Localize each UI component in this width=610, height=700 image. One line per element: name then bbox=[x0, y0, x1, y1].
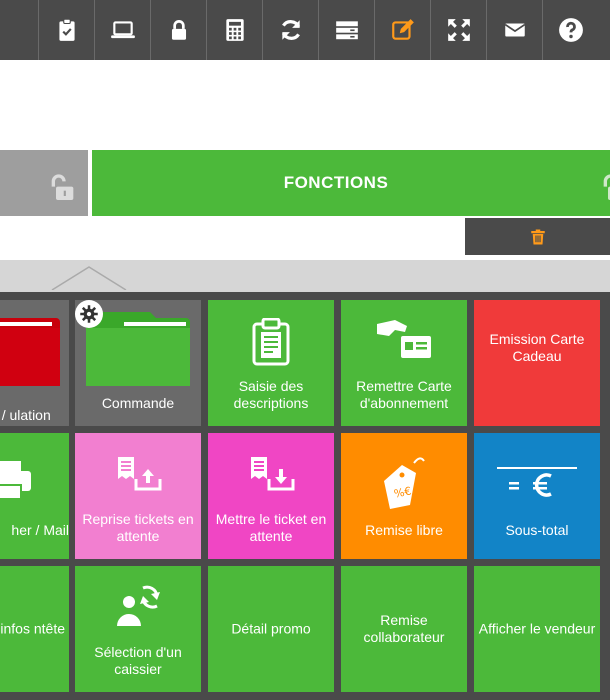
printer-icon bbox=[0, 461, 31, 500]
function-grid: ctions / ulation bbox=[0, 292, 610, 700]
tile-saisie-descriptions[interactable]: Saisie des descriptions bbox=[208, 300, 334, 426]
help-button[interactable] bbox=[542, 0, 598, 60]
tile-remise-libre[interactable]: %€ Remise libre bbox=[341, 433, 467, 559]
edit-button[interactable] bbox=[374, 0, 430, 60]
tile-label: Emission Carte Cadeau bbox=[489, 330, 585, 364]
tile-infos-entete[interactable]: r les infos ntête bbox=[0, 566, 69, 692]
tile-mettre-en-attente[interactable]: Mettre le ticket en attente bbox=[208, 433, 334, 559]
clipboard-check-icon bbox=[58, 18, 75, 41]
tile-label: Remettre Carte d'abonnement bbox=[356, 378, 452, 411]
drawers-button[interactable] bbox=[318, 0, 374, 60]
drawers-icon bbox=[335, 21, 358, 40]
sum-euro-icon bbox=[497, 467, 577, 497]
tile-imprimer-mail[interactable]: her / Mail bbox=[0, 433, 69, 559]
trash-icon bbox=[530, 229, 545, 244]
mail-icon bbox=[504, 23, 525, 37]
calculator-button[interactable] bbox=[206, 0, 262, 60]
lock-button[interactable] bbox=[150, 0, 206, 60]
laptop-button[interactable] bbox=[94, 0, 150, 60]
folder-red-icon bbox=[0, 318, 60, 386]
gear-icon bbox=[80, 305, 98, 323]
chevron-up-icon bbox=[51, 266, 127, 290]
fullscreen-icon bbox=[447, 19, 470, 41]
ticket-download-icon bbox=[251, 457, 295, 491]
calculator-icon bbox=[225, 19, 244, 41]
refresh-button[interactable] bbox=[262, 0, 318, 60]
tile-label: r les infos ntête bbox=[0, 620, 65, 637]
tile-label: Sélection d'un caissier bbox=[94, 644, 182, 677]
user-switch-icon bbox=[117, 585, 160, 626]
top-toolbar bbox=[0, 0, 610, 60]
tile-label: Détail promo bbox=[231, 620, 311, 637]
tile-emission-carte-cadeau[interactable]: Emission Carte Cadeau bbox=[474, 300, 600, 426]
clipboard-list-icon bbox=[252, 318, 290, 366]
card-hand-icon bbox=[377, 320, 431, 358]
clipboard-check-button[interactable] bbox=[38, 0, 94, 60]
price-tag-icon: %€ bbox=[384, 457, 425, 509]
tile-reprise-tickets[interactable]: Reprise tickets en attente bbox=[75, 433, 201, 559]
tile-label: ctions / ulation bbox=[0, 407, 51, 423]
tile-label: Commande bbox=[101, 395, 175, 411]
tile-label: Afficher le vendeur bbox=[478, 620, 596, 637]
tile-selection-caissier[interactable]: Sélection d'un caissier bbox=[75, 566, 201, 692]
tile-label: Reprise tickets en attente bbox=[82, 511, 194, 544]
unlock-icon-2 bbox=[603, 174, 610, 200]
edit-icon bbox=[391, 19, 414, 40]
help-icon bbox=[558, 18, 583, 42]
fonctions-tab[interactable]: FONCTIONS bbox=[92, 150, 610, 216]
mail-button[interactable] bbox=[486, 0, 542, 60]
fonctions-tab-label: FONCTIONS bbox=[283, 173, 389, 192]
unlock-icon bbox=[51, 174, 74, 200]
fullscreen-button[interactable] bbox=[430, 0, 486, 60]
tile-label: her / Mail bbox=[11, 522, 69, 538]
collapse-bar[interactable] bbox=[0, 260, 610, 292]
tile-label: Sous-total bbox=[505, 522, 569, 538]
tile-remettre-carte[interactable]: Remettre Carte d'abonnement bbox=[341, 300, 467, 426]
tile-sous-total[interactable]: Sous-total bbox=[474, 433, 600, 559]
refresh-icon bbox=[281, 20, 300, 40]
tile-label: Remise libre bbox=[365, 522, 443, 538]
laptop-icon bbox=[110, 21, 135, 39]
delete-button[interactable] bbox=[465, 218, 610, 255]
tile-commande[interactable]: Commande bbox=[75, 300, 201, 426]
tile-detail-promo[interactable]: Détail promo bbox=[208, 566, 334, 692]
tile-label: Mettre le ticket en attente bbox=[215, 511, 327, 544]
tile-remise-collaborateur[interactable]: Remise collaborateur bbox=[341, 566, 467, 692]
ticket-upload-icon bbox=[118, 457, 162, 491]
tile-afficher-vendeur[interactable]: Afficher le vendeur bbox=[474, 566, 600, 692]
tile-label: Remise collaborateur bbox=[363, 612, 445, 645]
tile-label: Saisie des descriptions bbox=[233, 378, 309, 411]
settings-gear-button[interactable] bbox=[75, 300, 103, 328]
tile-fonctions-simulation[interactable]: ctions / ulation bbox=[0, 300, 69, 426]
lock-icon bbox=[171, 20, 186, 40]
